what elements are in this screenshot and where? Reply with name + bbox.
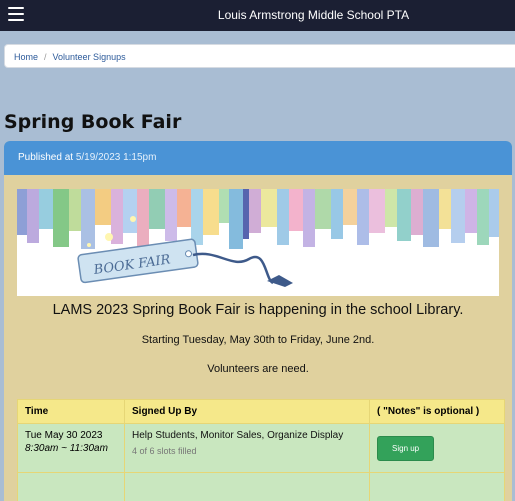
intro-dates: Starting Tuesday, May 30th to Friday, Ju… — [4, 334, 512, 346]
published-timestamp: 5/19/2023 1:15pm — [76, 152, 157, 163]
breadcrumb-home-link[interactable]: Home — [14, 52, 38, 62]
site-title: Louis Armstrong Middle School PTA — [0, 8, 515, 22]
book-fair-banner-image: BOOK FAIR — [17, 189, 499, 296]
book-fair-banner: BOOK FAIR — [17, 189, 499, 296]
intro-volunteer-note: Volunteers are need. — [4, 363, 512, 375]
slot-time-cell: Tue May 30 2023 8:30am ~ 11:30am — [18, 424, 125, 473]
slot-time-range: 8:30am ~ 11:30am — [25, 443, 117, 454]
slot-filled-count: 4 of 6 slots filled — [132, 446, 362, 456]
slot-date: Tue May 30 2023 — [25, 430, 117, 441]
breadcrumb-volunteer-signups-link[interactable]: Volunteer Signups — [53, 52, 126, 62]
card-header: Published at 5/19/2023 1:15pm — [4, 141, 512, 175]
top-navbar: Louis Armstrong Middle School PTA — [0, 0, 515, 31]
signup-table: Time Signed Up By ( "Notes" is optional … — [17, 399, 505, 501]
column-header-signed-up-by: Signed Up By — [125, 400, 370, 424]
column-header-notes: ( "Notes" is optional ) — [370, 400, 505, 424]
table-row: Tue May 30 2023 8:30am ~ 11:30am Help St… — [18, 424, 505, 473]
slot-action-cell — [370, 473, 505, 501]
slot-action-cell: Sign up — [370, 424, 505, 473]
table-header-row: Time Signed Up By ( "Notes" is optional … — [18, 400, 505, 424]
signup-card: Published at 5/19/2023 1:15pm — [4, 141, 512, 501]
breadcrumb: Home / Volunteer Signups — [4, 44, 515, 68]
slot-role-cell: Help Students, Monitor Sales, Organize D… — [125, 424, 370, 473]
slot-time-cell — [18, 473, 125, 501]
table-row — [18, 473, 505, 501]
slot-role: Help Students, Monitor Sales, Organize D… — [132, 430, 362, 441]
column-header-time: Time — [18, 400, 125, 424]
breadcrumb-separator: / — [44, 52, 47, 62]
page-title: Spring Book Fair — [4, 111, 181, 133]
published-label: Published at — [18, 152, 73, 163]
sign-up-button[interactable]: Sign up — [377, 436, 434, 461]
intro-headline: LAMS 2023 Spring Book Fair is happening … — [4, 302, 512, 318]
slot-role-cell — [125, 473, 370, 501]
